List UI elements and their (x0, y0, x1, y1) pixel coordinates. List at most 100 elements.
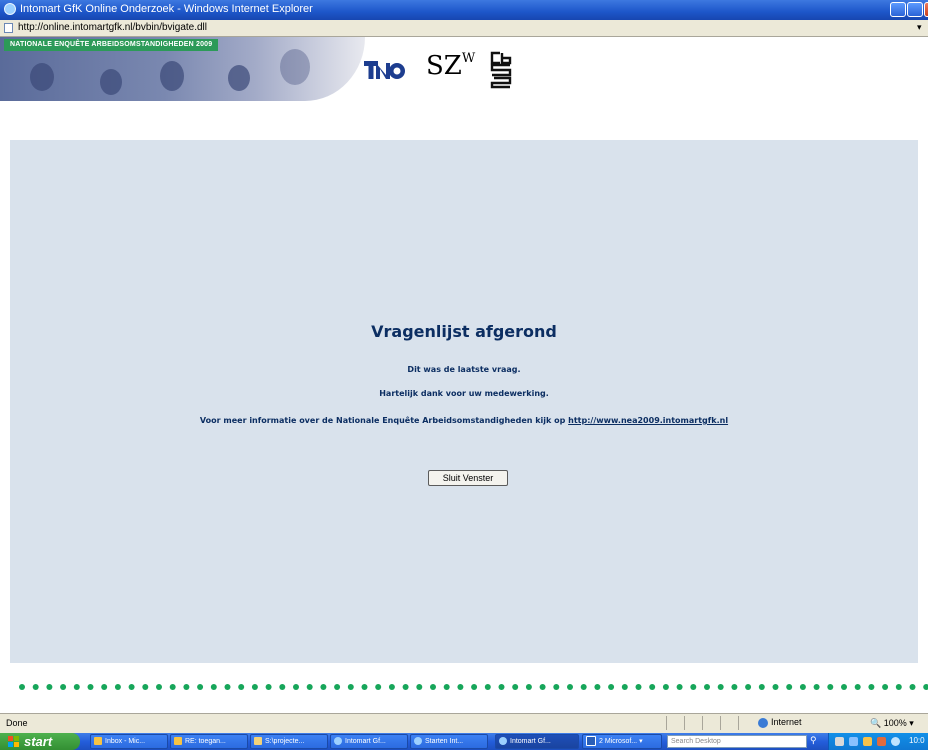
divider-dot (649, 684, 656, 690)
status-pane-divider (720, 716, 721, 730)
address-text[interactable]: http://online.intomartgfk.nl/bvbin/bviga… (18, 22, 207, 33)
close-window-page-button[interactable]: Sluit Venster (428, 470, 508, 486)
status-bar: Done Internet 🔍 100% ▾ (0, 713, 928, 733)
taskbar-item-mail-reply[interactable]: RE: toegan... (170, 734, 248, 749)
divider-dot (73, 684, 80, 690)
zoom-value: 100% (883, 718, 907, 728)
status-pane-divider (684, 716, 685, 730)
status-pane-divider (702, 716, 703, 730)
desktop-search-input[interactable]: Search Desktop (667, 735, 807, 748)
divider-dot (416, 684, 423, 690)
task-label: Starten Int... (425, 738, 464, 745)
ie-icon (334, 737, 342, 746)
divider-dot (580, 684, 587, 690)
word-icon (586, 736, 596, 747)
globe-icon (758, 717, 768, 728)
divider-dot (594, 684, 601, 690)
divider-dot (156, 684, 162, 690)
divider-dot (32, 684, 39, 690)
divider-dot (635, 684, 642, 690)
message-more-info: Voor meer informatie over de Nationale E… (10, 416, 918, 425)
divider-dot (799, 684, 806, 690)
divider-dot (841, 684, 847, 690)
divider-dot (813, 684, 820, 690)
status-pane-divider (738, 716, 739, 730)
system-tray: 10:0 (828, 733, 928, 750)
divider-dot (251, 684, 258, 690)
dotted-divider (19, 684, 928, 690)
address-bar[interactable]: http://online.intomartgfk.nl/bvbin/bviga… (0, 20, 928, 37)
divider-dot (745, 684, 752, 690)
info-link[interactable]: http://www.nea2009.intomartgfk.nl (568, 416, 728, 425)
divider-dot (457, 684, 464, 690)
divider-dot (471, 684, 478, 690)
divider-dot (60, 684, 67, 690)
security-alert-icon[interactable] (877, 737, 886, 746)
ie-icon (499, 737, 507, 746)
photo-face (100, 69, 122, 95)
divider-dot (882, 684, 889, 690)
szw-logo-sup: W (461, 51, 476, 66)
divider-dot (676, 684, 683, 690)
divider-dot (265, 684, 272, 690)
divider-dot (717, 684, 724, 690)
divider-dot (553, 684, 560, 690)
survey-name-tag: NATIONALE ENQUÊTE ARBEIDSOMSTANDIGHEDEN … (4, 39, 219, 51)
divider-dot (895, 684, 902, 690)
szw-logo: SZW (426, 51, 475, 81)
tray-search-icon[interactable] (891, 737, 900, 746)
main-panel: Vragenlijst afgerond Dit was de laatste … (10, 140, 918, 663)
zoom-level[interactable]: 🔍 100% ▾ (870, 718, 914, 729)
cbs-logo (490, 51, 512, 89)
page-icon (4, 23, 13, 33)
volume-icon[interactable] (863, 737, 872, 746)
divider-dot (238, 684, 245, 690)
divider-dot (608, 684, 615, 690)
divider-dot (704, 684, 710, 690)
clock: 10:0 (909, 736, 925, 745)
search-icon[interactable]: ⚲ (810, 735, 817, 746)
task-label: Intomart Gf... (345, 738, 386, 745)
divider-dot (128, 684, 135, 690)
maximize-button[interactable] (907, 2, 923, 17)
network-icon[interactable] (849, 737, 858, 746)
printer-icon[interactable] (835, 737, 844, 746)
taskbar-item-word[interactable]: 2 Microsof... ▾ (582, 734, 662, 749)
taskbar-item-ie-2[interactable]: Starten Int... (410, 734, 488, 749)
security-zone[interactable]: Internet (758, 717, 802, 728)
taskbar-item-folder[interactable]: S:\projecte... (250, 734, 328, 749)
task-label: S:\projecte... (265, 738, 305, 745)
divider-dot (786, 684, 793, 690)
divider-dot (375, 684, 382, 690)
divider-dot (690, 684, 697, 690)
divider-dot (388, 684, 395, 690)
divider-dot (87, 684, 94, 690)
close-window-button[interactable] (924, 2, 928, 17)
divider-dot (731, 684, 738, 690)
divider-dot (183, 684, 190, 690)
window-title: Intomart GfK Online Onderzoek - Windows … (20, 3, 313, 15)
minimize-button[interactable] (890, 2, 906, 17)
mail-icon (174, 737, 182, 746)
divider-dot (101, 684, 108, 690)
taskbar-item-inbox[interactable]: Inbox - Mic... (90, 734, 168, 749)
divider-dot (484, 684, 491, 690)
status-pane-divider (666, 716, 667, 730)
divider-dot (430, 684, 436, 690)
szw-logo-text: SZ (426, 51, 462, 81)
divider-dot (19, 684, 25, 690)
photo-face (280, 49, 310, 85)
outlook-icon (94, 737, 102, 746)
message-thanks: Hartelijk dank voor uw medewerking. (379, 389, 549, 398)
task-label: Inbox - Mic... (105, 738, 146, 745)
windows-flag-icon (8, 736, 19, 747)
tno-logo (364, 61, 405, 79)
taskbar-item-ie-1[interactable]: Intomart Gf... (330, 734, 408, 749)
zone-label: Internet (771, 717, 802, 727)
taskbar-item-ie-active[interactable]: Intomart Gf... (495, 734, 579, 749)
start-button[interactable]: start (0, 733, 80, 750)
divider-dot (169, 684, 176, 690)
window-titlebar[interactable]: Intomart GfK Online Onderzoek - Windows … (0, 0, 928, 20)
chevron-down-icon[interactable]: ▾ (917, 22, 922, 33)
ie-icon (414, 737, 422, 746)
